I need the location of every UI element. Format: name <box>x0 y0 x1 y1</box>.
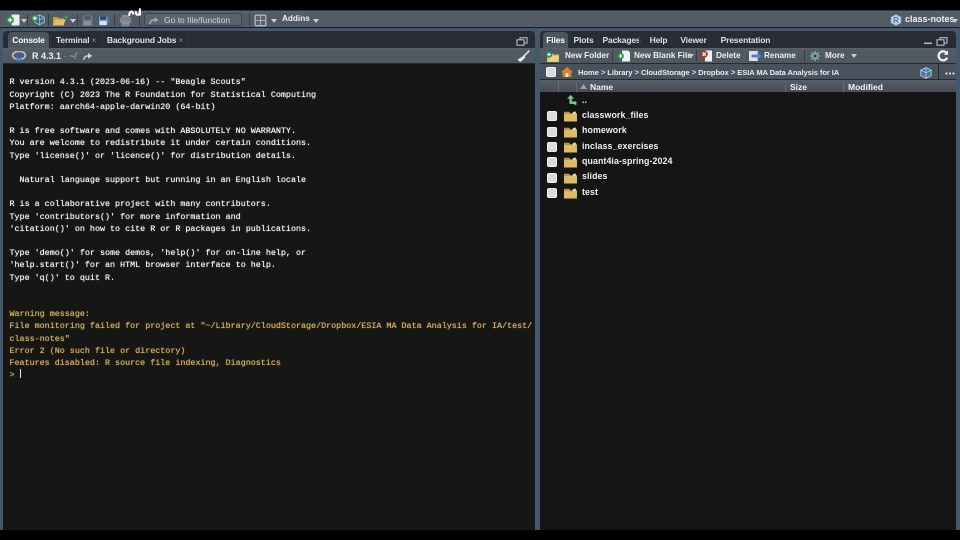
svg-text:R: R <box>16 53 24 63</box>
svg-text:R: R <box>893 16 899 25</box>
